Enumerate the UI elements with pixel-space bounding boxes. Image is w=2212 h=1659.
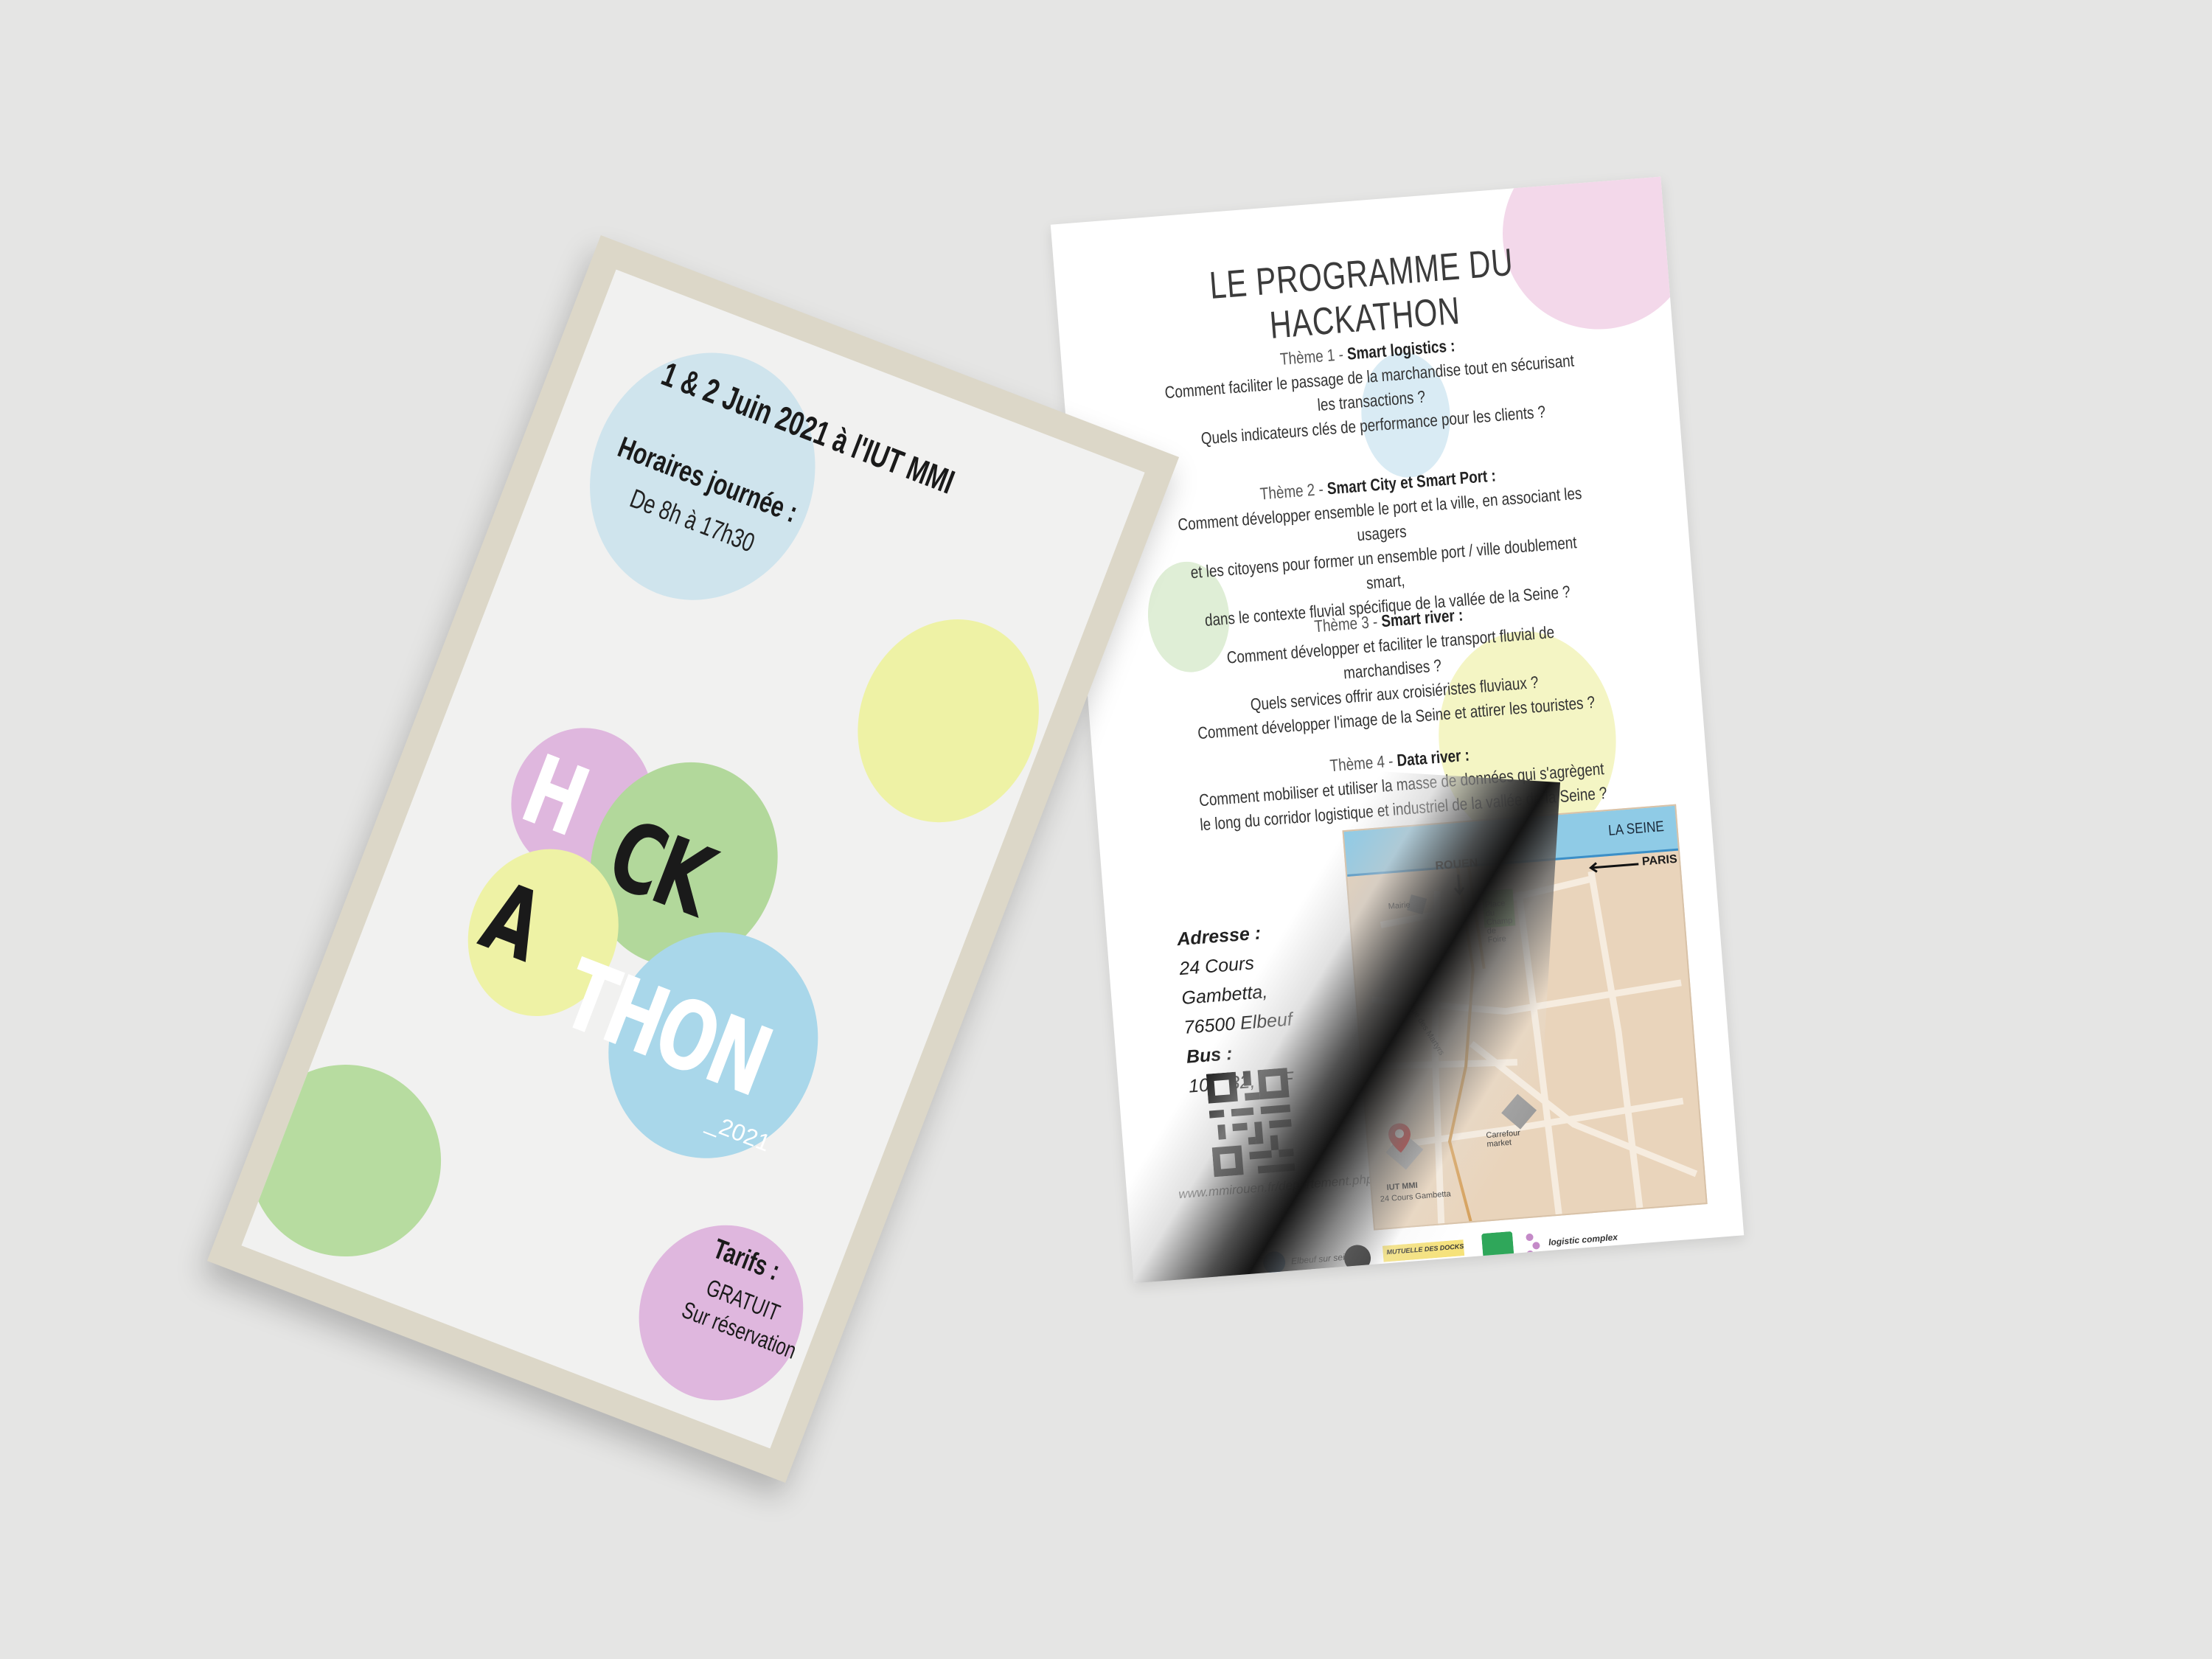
map-label-market: Carrefour market xyxy=(1486,1128,1521,1150)
hackathon-logo: H CK A THON _2021 xyxy=(396,684,929,1217)
sponsor-logistic: logistic complex xyxy=(1548,1231,1618,1248)
elbeuf-logo-icon xyxy=(1263,1251,1286,1274)
badge-logo-icon xyxy=(1344,1245,1371,1272)
map-streets xyxy=(1369,862,1698,1224)
theme-label: Thème 4 - xyxy=(1329,751,1398,776)
mockup-scene: LE PROGRAMME DU HACKATHON Thème 1 - Smar… xyxy=(0,0,2212,1659)
theme-label: Thème 2 - xyxy=(1259,479,1328,504)
location-map: LA SEINE ROUEN PARIS Mairie Place du Cha… xyxy=(1342,804,1708,1231)
website-url: www.mmirouen.fr/departement.php xyxy=(1178,1172,1374,1202)
theme-label: Thème 1 - xyxy=(1279,344,1349,369)
sponsor-logos: Elbeuf sur seine MUTUELLE DES DOCKS logi… xyxy=(1261,1219,1675,1284)
qr-code-icon xyxy=(1206,1068,1295,1178)
map-label-place: Place du Champ de Foire xyxy=(1484,899,1513,945)
programme-flyer: LE PROGRAMME DU HACKATHON Thème 1 - Smar… xyxy=(1050,176,1745,1284)
map-pin-icon xyxy=(1388,1123,1411,1153)
map-label-paris: PARIS xyxy=(1641,852,1678,869)
green-logo-icon xyxy=(1481,1231,1514,1265)
theme-label: Thème 3 - xyxy=(1313,611,1382,636)
theme-name: Data river : xyxy=(1396,745,1470,771)
map-label-mairie: Mairie xyxy=(1388,900,1411,911)
theme-name: Smart river : xyxy=(1380,605,1464,631)
hackathon-flyer: 1 & 2 Juin 2021 à l'IUT MMI Horaires jou… xyxy=(206,234,1180,1484)
flyer-panel: 1 & 2 Juin 2021 à l'IUT MMI Horaires jou… xyxy=(241,269,1145,1449)
logistic-logo-icon xyxy=(1526,1234,1540,1259)
